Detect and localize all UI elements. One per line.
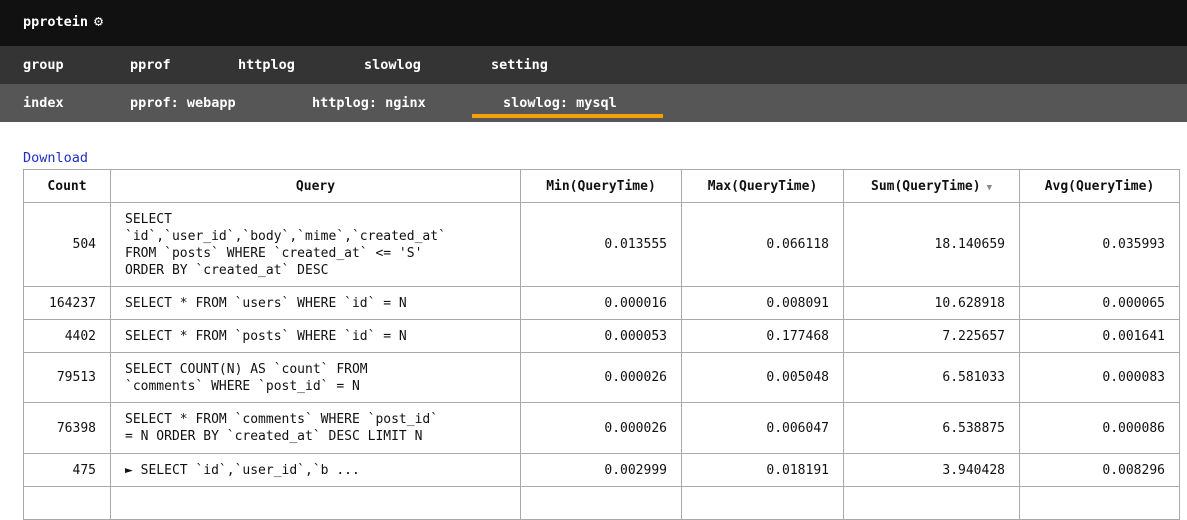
top-bar: pprotein ⚙ — [0, 0, 1187, 46]
column-header-count[interactable]: Count — [23, 169, 111, 203]
nav-item-httplog[interactable]: httplog — [238, 46, 295, 84]
cell-count: 164237 — [23, 286, 111, 320]
table-header-row: Count Query Min(QueryTime) Max(QueryTime… — [23, 169, 1180, 203]
cell-count: 76398 — [23, 402, 111, 454]
cell-count: 4402 — [23, 319, 111, 353]
table-row: 79513 SELECT COUNT(N) AS `count` FROM `c… — [23, 352, 1180, 403]
cell-min — [520, 486, 682, 520]
column-header-query[interactable]: Query — [110, 169, 521, 203]
cell-max: 0.018191 — [681, 453, 844, 487]
column-header-avg-querytime[interactable]: Avg(QueryTime) — [1019, 169, 1180, 203]
cell-avg — [1019, 486, 1180, 520]
cell-avg: 0.001641 — [1019, 319, 1180, 353]
cell-sum — [843, 486, 1020, 520]
tab-slowlog-mysql[interactable]: slowlog: mysql — [472, 84, 663, 118]
tab-index[interactable]: index — [23, 84, 64, 122]
nav-item-pprof[interactable]: pprof — [130, 46, 171, 84]
cell-sum: 6.538875 — [843, 402, 1020, 454]
column-header-max-querytime[interactable]: Max(QueryTime) — [681, 169, 844, 203]
tab-httplog-nginx[interactable]: httplog: nginx — [312, 84, 426, 122]
nav-item-slowlog[interactable]: slowlog — [364, 46, 421, 84]
cell-min: 0.000016 — [520, 286, 682, 320]
cell-avg: 0.035993 — [1019, 202, 1180, 287]
cell-avg: 0.000065 — [1019, 286, 1180, 320]
app-brand[interactable]: pprotein ⚙ — [23, 12, 103, 30]
cell-query: SELECT COUNT(N) AS `count` FROM `comment… — [110, 352, 521, 403]
app-title: pprotein — [23, 14, 89, 30]
column-header-sum-querytime[interactable]: Sum(QueryTime) ▼ — [843, 169, 1020, 203]
cell-max: 0.066118 — [681, 202, 844, 287]
cell-min: 0.000026 — [520, 402, 682, 454]
secondary-nav: index pprof: webapp httplog: nginx slowl… — [0, 84, 1187, 122]
cell-query: SELECT * FROM `posts` WHERE `id` = N — [110, 319, 521, 353]
cell-count — [23, 486, 111, 520]
cell-min: 0.013555 — [520, 202, 682, 287]
table-row: 504 SELECT `id`,`user_id`,`body`,`mime`,… — [23, 202, 1180, 287]
cell-query: SELECT * FROM `comments` WHERE `post_id`… — [110, 402, 521, 454]
cell-sum: 18.140659 — [843, 202, 1020, 287]
column-header-min-querytime[interactable]: Min(QueryTime) — [520, 169, 682, 203]
table-row: 475 ► SELECT `id`,`user_id`,`b ... 0.002… — [23, 453, 1180, 487]
cell-max: 0.008091 — [681, 286, 844, 320]
cell-query: SELECT * FROM `users` WHERE `id` = N — [110, 286, 521, 320]
cell-avg: 0.000083 — [1019, 352, 1180, 403]
cell-sum: 3.940428 — [843, 453, 1020, 487]
cell-sum: 6.581033 — [843, 352, 1020, 403]
cell-count: 79513 — [23, 352, 111, 403]
cell-min: 0.002999 — [520, 453, 682, 487]
primary-nav: group pprof httplog slowlog setting — [0, 46, 1187, 84]
cell-query — [110, 486, 521, 520]
table-row: 164237 SELECT * FROM `users` WHERE `id` … — [23, 286, 1180, 320]
sort-descending-icon: ▼ — [986, 182, 992, 193]
slowlog-table: Count Query Min(QueryTime) Max(QueryTime… — [23, 169, 1180, 520]
cell-min: 0.000026 — [520, 352, 682, 403]
table-row: 4402 SELECT * FROM `posts` WHERE `id` = … — [23, 319, 1180, 353]
cell-query: SELECT `id`,`user_id`,`body`,`mime`,`cre… — [110, 202, 521, 287]
cell-max — [681, 486, 844, 520]
cell-min: 0.000053 — [520, 319, 682, 353]
cell-sum: 10.628918 — [843, 286, 1020, 320]
column-header-sum-label: Sum(QueryTime) — [871, 178, 981, 194]
tab-pprof-webapp[interactable]: pprof: webapp — [130, 84, 236, 122]
cell-query-collapsed[interactable]: ► SELECT `id`,`user_id`,`b ... — [110, 453, 521, 487]
download-link[interactable]: Download — [23, 150, 88, 166]
cell-max: 0.177468 — [681, 319, 844, 353]
cell-avg: 0.008296 — [1019, 453, 1180, 487]
gear-icon[interactable]: ⚙ — [94, 12, 103, 30]
cell-count: 504 — [23, 202, 111, 287]
cell-max: 0.005048 — [681, 352, 844, 403]
cell-count: 475 — [23, 453, 111, 487]
cell-avg: 0.000086 — [1019, 402, 1180, 454]
nav-item-setting[interactable]: setting — [491, 46, 548, 84]
nav-item-group[interactable]: group — [23, 46, 64, 84]
table-row: 76398 SELECT * FROM `comments` WHERE `po… — [23, 402, 1180, 454]
cell-sum: 7.225657 — [843, 319, 1020, 353]
table-row — [23, 486, 1180, 520]
cell-max: 0.006047 — [681, 402, 844, 454]
